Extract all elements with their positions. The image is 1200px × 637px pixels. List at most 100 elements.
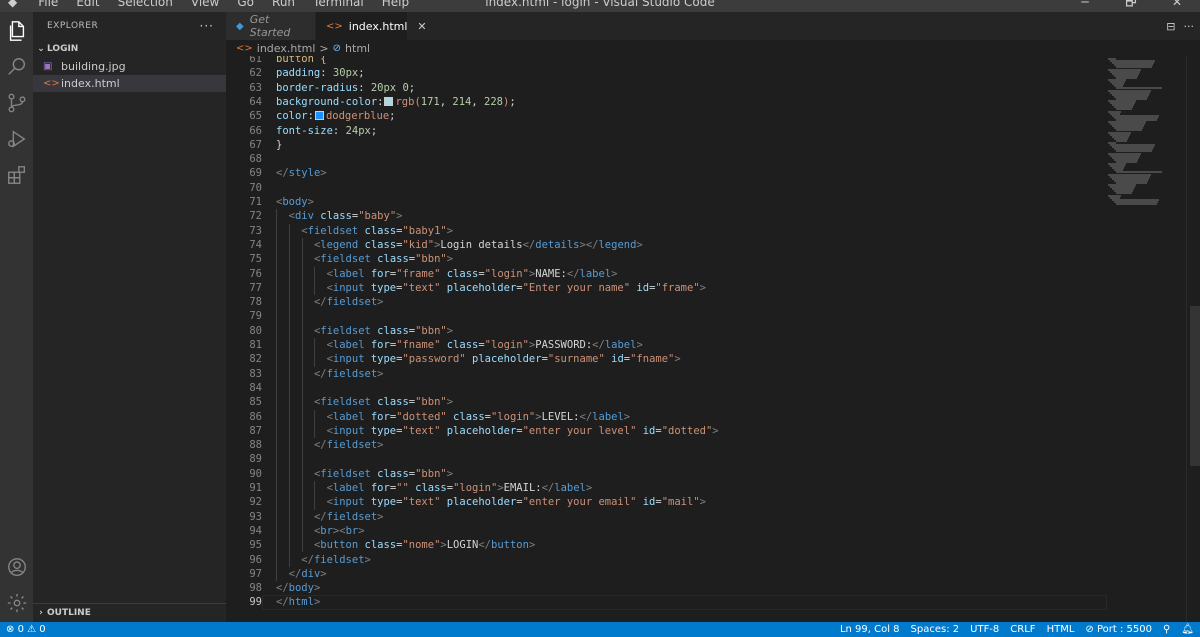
status-bar: ⊗ 0 ⚠ 0 Ln 99, Col 8 Spaces: 2 UTF-8 CRL… [0, 622, 1200, 637]
line-number: 80 [249, 324, 262, 337]
code-token: NAME: [535, 267, 567, 280]
tab-label: Get Started [249, 13, 291, 39]
line-number: 90 [249, 467, 262, 480]
indentation[interactable]: Spaces: 2 [911, 624, 960, 635]
code-token: > [528, 539, 536, 552]
line-number: 98 [249, 582, 262, 595]
code-token: font-size [276, 124, 333, 137]
code-token: "login" [490, 410, 536, 423]
code-token: > [313, 596, 321, 609]
folder-login[interactable]: ⌄ LOGIN [33, 40, 226, 58]
more-actions-button[interactable]: ··· [1184, 20, 1195, 33]
code-line: </fieldset> [276, 553, 371, 567]
language-mode[interactable]: HTML [1047, 624, 1075, 635]
minimap[interactable] [1106, 56, 1186, 622]
warning-icon: ⚠ [27, 624, 37, 635]
html-file-icon: <> [43, 78, 60, 89]
code-line: <button class="nome">LOGIN</button> [276, 538, 535, 552]
color-swatch[interactable] [314, 111, 324, 121]
code-token: label [332, 410, 365, 423]
code-token: background-color [276, 95, 378, 108]
feedback-icon[interactable]: ⚲ [1163, 624, 1170, 635]
code-token: fieldset [326, 510, 378, 523]
account-icon[interactable] [0, 552, 33, 582]
code-line: background-color: rgb(171, 214, 228); [276, 95, 516, 109]
notifications-bell-icon[interactable]: 🔔︎ [1181, 624, 1194, 635]
code-token: > [636, 238, 643, 251]
code-token: > [712, 424, 719, 437]
explorer-more-button[interactable]: ··· [200, 19, 214, 33]
source-control-icon[interactable] [0, 88, 33, 118]
end-of-line[interactable]: CRLF [1010, 624, 1035, 635]
code-token: id [642, 496, 656, 509]
breadcrumb-file[interactable]: index.html [257, 42, 316, 55]
code-token: label [592, 410, 624, 423]
current-line-highlight [262, 594, 1107, 610]
breadcrumb-symbol[interactable]: html [345, 42, 370, 55]
explorer-sidebar: EXPLORER ··· ⌄ LOGIN ▣ building.jpg <> i… [33, 12, 226, 622]
line-number: 61 [249, 56, 262, 65]
tab-index-html[interactable]: <> index.html ✕ [316, 12, 427, 40]
encoding[interactable]: UTF-8 [970, 624, 999, 635]
code-token: fieldset [320, 467, 371, 480]
indent-guide [276, 209, 277, 582]
tab-get-started[interactable]: ◆ Get Started [226, 12, 316, 40]
live-server-port[interactable]: ⊘ Port : 5500 [1085, 624, 1152, 635]
code-token: </ [579, 410, 593, 423]
code-line: <body> [276, 195, 314, 209]
code-token: input [332, 353, 365, 366]
code-token: class [320, 210, 352, 223]
code-token: } [276, 138, 283, 151]
cursor-position[interactable]: Ln 99, Col 8 [840, 624, 900, 635]
code-token: , [439, 95, 453, 108]
code-token: > [674, 353, 681, 366]
code-token: for [370, 267, 390, 280]
code-token: > [377, 439, 384, 452]
run-debug-icon[interactable] [0, 124, 33, 154]
outline-section[interactable]: › OUTLINE [33, 603, 226, 622]
code-editor[interactable]: 61 62 63 64 65 66 67 68 69 70 71 72 73 74 75 76 77 78 79 80… [226, 56, 1200, 622]
line-number: 83 [249, 367, 262, 380]
scrollbar-thumb[interactable] [1190, 306, 1200, 466]
color-swatch[interactable] [384, 96, 394, 106]
close-icon[interactable]: ✕ [417, 20, 426, 33]
vertical-scrollbar[interactable] [1186, 56, 1200, 622]
code-token: > [320, 167, 327, 180]
settings-gear-icon[interactable] [0, 588, 33, 618]
search-icon[interactable] [0, 52, 33, 82]
code-line: <legend class="kid">Login details</detai… [276, 238, 643, 252]
line-number: 82 [249, 353, 262, 366]
files-icon[interactable] [0, 16, 33, 46]
maximize-button[interactable]: 🗗 [1108, 0, 1154, 9]
line-number: 79 [249, 310, 262, 323]
code-token: button { [276, 56, 327, 65]
line-number: 89 [249, 453, 262, 466]
problems-indicator[interactable]: ⊗ 0 ⚠ 0 [6, 624, 46, 635]
activity-bar [0, 12, 33, 622]
code-line: </fieldset> [276, 295, 384, 309]
code-token: "Enter your name" [522, 281, 631, 294]
code-token: ; [358, 67, 365, 80]
code-token: id [611, 353, 624, 366]
close-window-button[interactable]: ✕ [1154, 0, 1200, 9]
code-token: class [364, 224, 397, 237]
line-number: 68 [249, 153, 262, 166]
extensions-icon[interactable] [0, 160, 33, 190]
split-editor-icon[interactable]: ⊟ [1166, 20, 1175, 33]
code-token: class [446, 267, 479, 280]
code-token: label [332, 267, 365, 280]
code-token: </ [522, 238, 536, 251]
code-token: "surname" [547, 353, 605, 366]
code-token: > [636, 339, 643, 351]
file-building-jpg[interactable]: ▣ building.jpg [33, 58, 226, 75]
minimize-button[interactable]: ─ [1062, 0, 1108, 9]
code-token: > [611, 267, 618, 280]
port-label: Port : 5500 [1096, 624, 1152, 635]
file-index-html[interactable]: <> index.html [33, 75, 226, 92]
symbol-element-icon: ⊘ [332, 42, 342, 54]
code-token: ; [389, 110, 396, 123]
code-token: "enter your level" [522, 424, 637, 437]
code-token: "login" [453, 482, 498, 494]
explorer-title: EXPLORER [47, 21, 99, 31]
